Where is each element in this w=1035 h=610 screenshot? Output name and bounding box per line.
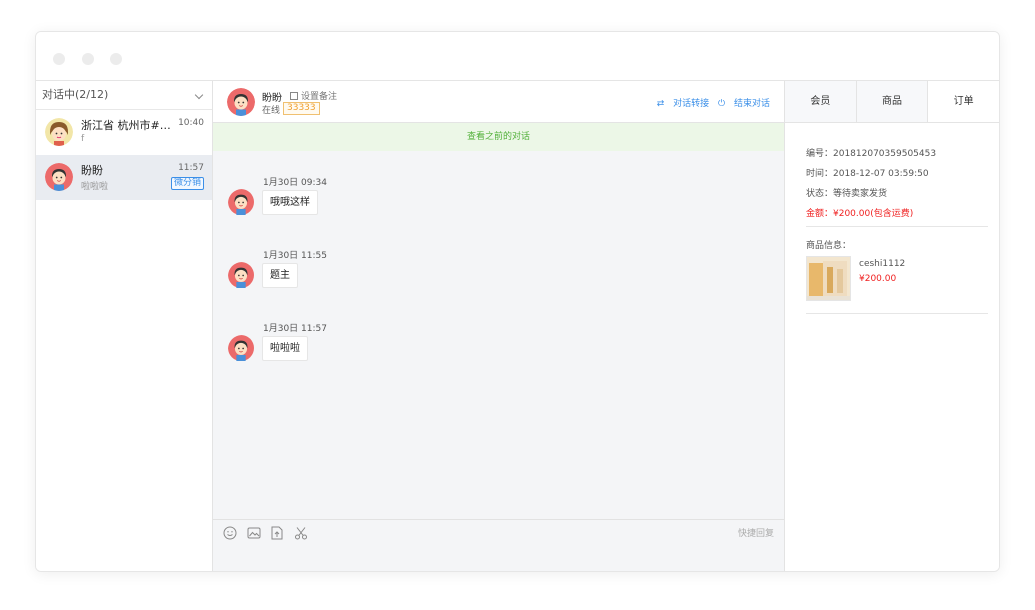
- message-bubble: 啦啦啦: [262, 336, 308, 361]
- message-avatar: [228, 189, 256, 217]
- message-bubble: 题主: [262, 263, 298, 288]
- set-remark-label: 设置备注: [301, 92, 338, 102]
- transfer-chat-button[interactable]: ⇄ 对话转接: [657, 99, 709, 109]
- message-time: 1月30日 11:55: [263, 251, 327, 261]
- chat-header: 盼盼 设置备注 在线 33333 ⇄ 对话转接 ⏻ 结束对话: [213, 81, 784, 123]
- tab-order[interactable]: 订单: [927, 81, 999, 122]
- emoji-icon[interactable]: [223, 526, 237, 540]
- session-name: 盼盼: [81, 164, 103, 177]
- info-tabs: 会员 商品 订单: [785, 81, 999, 123]
- session-item[interactable]: 浙江省 杭州市#20... f 10:40: [36, 110, 212, 155]
- session-time: 11:57: [178, 163, 204, 173]
- message-bubble: 哦哦这样: [262, 190, 318, 215]
- session-list-header[interactable]: 对话中(2/12): [36, 81, 212, 110]
- tab-member[interactable]: 会员: [785, 81, 856, 122]
- end-chat-label: 结束对话: [733, 99, 770, 109]
- window-maximize-dot[interactable]: [110, 53, 122, 65]
- view-history-label: 查看之前的对话: [466, 132, 530, 142]
- session-list: 对话中(2/12) 浙江省 杭州市#20... f 10:40 盼盼 啦啦啦 1…: [36, 81, 213, 571]
- message-time: 1月30日 11:57: [263, 324, 327, 334]
- goods-info-title: 商品信息：: [806, 241, 852, 251]
- divider: [806, 226, 988, 227]
- order-state: 状态：等待卖家发货: [806, 189, 888, 199]
- window-close-dot[interactable]: [53, 53, 65, 65]
- order-number: 编号：201812070359505453: [806, 149, 937, 159]
- tab-goods[interactable]: 商品: [855, 81, 928, 122]
- contact-id-badge: 33333: [283, 102, 320, 115]
- message-avatar: [228, 335, 256, 363]
- app-window: 对话中(2/12) 浙江省 杭州市#20... f 10:40 盼盼 啦啦啦 1…: [35, 31, 1000, 572]
- window-minimize-dot[interactable]: [82, 53, 94, 65]
- transfer-chat-label: 对话转接: [673, 99, 710, 109]
- session-preview: f: [81, 134, 85, 144]
- chevron-down-icon[interactable]: [194, 90, 204, 100]
- quick-reply-button[interactable]: 快捷回复: [738, 526, 774, 539]
- message-avatar: [228, 262, 256, 290]
- divider: [806, 313, 988, 314]
- session-tag-badge: 微分销: [170, 177, 204, 190]
- order-time: 时间：2018-12-07 03:59:50: [806, 169, 929, 179]
- message-composer[interactable]: 快捷回复: [213, 519, 784, 571]
- set-remark-button[interactable]: 设置备注: [290, 89, 337, 102]
- avatar: [45, 118, 73, 146]
- image-icon[interactable]: [247, 526, 261, 540]
- order-amount: 金额：¥200.00(包含运费): [806, 209, 914, 219]
- window-titlebar: [36, 32, 999, 81]
- goods-thumbnail[interactable]: [806, 256, 851, 301]
- edit-icon: [290, 92, 298, 100]
- session-item-active[interactable]: 盼盼 啦啦啦 11:57 微分销: [36, 155, 212, 200]
- file-upload-icon[interactable]: [270, 526, 284, 540]
- message-time: 1月30日 09:34: [263, 178, 327, 188]
- contact-status: 在线: [262, 106, 281, 116]
- chat-area: 盼盼 设置备注 在线 33333 ⇄ 对话转接 ⏻ 结束对话 查看之前的对话 1…: [213, 81, 785, 571]
- goods-price: ¥200.00: [859, 274, 897, 284]
- view-history-button[interactable]: 查看之前的对话: [213, 123, 784, 151]
- end-chat-button[interactable]: ⏻ 结束对话: [718, 99, 770, 109]
- contact-name: 盼盼: [262, 93, 282, 104]
- contact-avatar: [227, 88, 255, 116]
- avatar: [45, 163, 73, 191]
- session-count-label: 对话中(2/12): [42, 88, 109, 101]
- session-time: 10:40: [178, 118, 204, 128]
- order-details: 编号：201812070359505453 时间：2018-12-07 03:5…: [806, 146, 988, 226]
- session-name: 浙江省 杭州市#20...: [81, 119, 176, 132]
- chat-actions: ⇄ 对话转接 ⏻ 结束对话: [651, 96, 770, 109]
- goods-name[interactable]: ceshi1112: [859, 259, 905, 269]
- info-panel: 会员 商品 订单 编号：201812070359505453 时间：2018-1…: [785, 81, 999, 571]
- scissors-icon[interactable]: [294, 526, 308, 540]
- session-preview: 啦啦啦: [81, 182, 109, 192]
